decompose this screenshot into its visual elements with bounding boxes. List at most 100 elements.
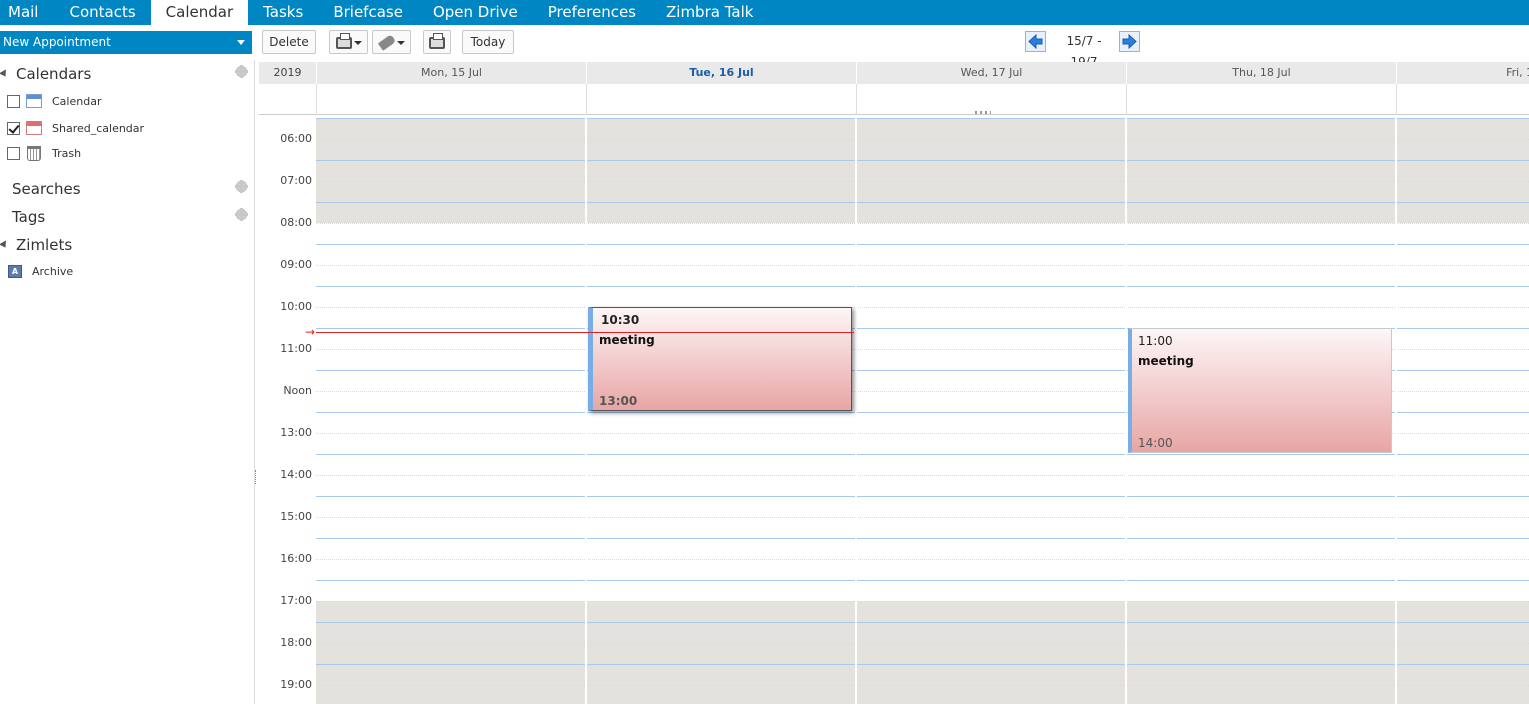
today-button[interactable]: Today xyxy=(462,30,514,54)
hour-label: 17:00 xyxy=(280,594,312,607)
splitter-grip-icon[interactable] xyxy=(255,470,258,484)
appointment-start-time: 11:00 xyxy=(1138,334,1173,348)
day-header-mon[interactable]: Mon, 15 Jul xyxy=(316,62,586,84)
hour-label: Noon xyxy=(283,384,312,397)
trash-checkbox[interactable] xyxy=(7,146,20,160)
all-day-cell[interactable] xyxy=(856,84,1126,115)
day-header-fri[interactable]: Fri, 19 Jul xyxy=(1396,62,1529,84)
zimlet-item-archive[interactable]: A Archive xyxy=(8,263,73,279)
grid-line xyxy=(316,454,1529,455)
grid-line xyxy=(316,223,1529,224)
chevron-down-icon xyxy=(353,40,362,45)
tag-icon xyxy=(377,34,396,51)
off-hours-block xyxy=(1126,601,1396,704)
day-header-thu[interactable]: Thu, 18 Jul xyxy=(1126,62,1396,84)
off-hours-block xyxy=(316,601,586,704)
chevron-down-icon[interactable] xyxy=(237,40,245,45)
off-hours-block xyxy=(316,118,586,223)
column-separator xyxy=(855,118,857,704)
searches-gear-icon[interactable] xyxy=(235,180,248,193)
arrow-right-icon xyxy=(1122,33,1137,50)
off-hours-block xyxy=(586,118,856,223)
calendars-heading[interactable]: Calendars xyxy=(0,65,91,83)
arrow-left-icon xyxy=(1028,33,1043,50)
tab-briefcase[interactable]: Briefcase xyxy=(318,0,418,25)
hour-label: 13:00 xyxy=(280,426,312,439)
week-view: 2019 Mon, 15 Jul Tue, 16 Jul Wed, 17 Jul… xyxy=(259,62,1529,704)
day-header-wed[interactable]: Wed, 17 Jul xyxy=(856,62,1126,84)
grid-line xyxy=(316,580,1529,581)
calendar-item-shared-calendar[interactable]: Shared_calendar xyxy=(7,120,144,136)
sidebar-splitter[interactable] xyxy=(254,60,255,704)
column-separator xyxy=(1395,118,1397,704)
all-day-cell[interactable] xyxy=(316,84,586,115)
grid-line xyxy=(316,496,1529,497)
calendar-checkbox[interactable] xyxy=(7,94,20,108)
tab-contacts[interactable]: Contacts xyxy=(54,0,150,25)
all-day-cell[interactable] xyxy=(586,84,856,115)
searches-heading[interactable]: Searches xyxy=(12,180,81,198)
collapse-triangle-icon[interactable] xyxy=(0,69,9,79)
new-appointment-label: New Appointment xyxy=(3,35,111,49)
grid-line xyxy=(316,118,1529,119)
appointment[interactable]: 10:30 meeting 13:00 xyxy=(588,307,852,411)
previous-week-button[interactable] xyxy=(1025,31,1046,52)
grid-line xyxy=(316,622,1529,623)
zimlets-heading[interactable]: Zimlets xyxy=(0,236,72,254)
hour-label: 08:00 xyxy=(280,216,312,229)
tab-preferences[interactable]: Preferences xyxy=(533,0,651,25)
all-day-cell[interactable] xyxy=(1396,84,1529,115)
tab-zimbra-talk[interactable]: Zimbra Talk xyxy=(651,0,768,25)
hour-label: 16:00 xyxy=(280,552,312,565)
day-column[interactable] xyxy=(586,118,856,704)
column-separator xyxy=(585,118,587,704)
delete-button[interactable]: Delete xyxy=(262,30,316,54)
hour-label: 10:00 xyxy=(280,300,312,313)
new-appointment-button[interactable]: New Appointment xyxy=(0,31,252,54)
next-week-button[interactable] xyxy=(1119,31,1140,52)
print-button[interactable] xyxy=(423,30,451,54)
shared-calendar-checkbox[interactable] xyxy=(7,121,20,135)
grid-line xyxy=(316,244,1529,245)
tab-mail[interactable]: Mail xyxy=(0,0,54,25)
column-separator xyxy=(1125,118,1127,704)
day-column[interactable] xyxy=(1396,118,1529,704)
tab-calendar[interactable]: Calendar xyxy=(150,0,249,25)
tags-heading[interactable]: Tags xyxy=(12,208,45,226)
tab-open-drive[interactable]: Open Drive xyxy=(418,0,533,25)
day-column[interactable] xyxy=(856,118,1126,704)
year-label: 2019 xyxy=(273,66,302,79)
calendar-item-trash[interactable]: Trash xyxy=(7,145,81,161)
tab-tasks[interactable]: Tasks xyxy=(248,0,318,25)
calendar-item-calendar[interactable]: Calendar xyxy=(7,93,101,109)
day-header-row: 2019 Mon, 15 Jul Tue, 16 Jul Wed, 17 Jul… xyxy=(259,62,1529,84)
calendars-gear-icon[interactable] xyxy=(235,65,248,78)
off-hours-block xyxy=(1126,118,1396,223)
grid-line xyxy=(316,475,1529,476)
grid-line xyxy=(316,181,1529,182)
grid-line xyxy=(316,202,1529,203)
collapse-triangle-icon[interactable] xyxy=(0,240,9,250)
hour-label: 07:00 xyxy=(280,174,312,187)
day-column[interactable] xyxy=(316,118,586,704)
print-options-button[interactable] xyxy=(329,30,368,54)
all-day-cell[interactable] xyxy=(1126,84,1396,115)
resize-handle-icon[interactable] xyxy=(975,111,991,114)
tag-button[interactable] xyxy=(372,30,411,54)
hour-label: 09:00 xyxy=(280,258,312,271)
appointment-end-time: 14:00 xyxy=(1138,436,1173,450)
appointment[interactable]: 11:00 meeting 14:00 xyxy=(1128,328,1392,453)
archive-icon: A xyxy=(8,264,22,278)
day-header-tue[interactable]: Tue, 16 Jul xyxy=(586,62,856,84)
grid-line xyxy=(316,265,1529,266)
grid-line xyxy=(316,601,1529,602)
grid-line xyxy=(316,643,1529,644)
grid-line xyxy=(316,139,1529,140)
hour-label: 06:00 xyxy=(280,132,312,145)
all-day-row xyxy=(259,84,1529,115)
zimbra-app: Mail Contacts Calendar Tasks Briefcase O… xyxy=(0,0,1529,704)
current-time-line xyxy=(316,332,854,333)
tags-gear-icon[interactable] xyxy=(235,208,248,221)
grid-line xyxy=(316,685,1529,686)
top-nav: Mail Contacts Calendar Tasks Briefcase O… xyxy=(0,0,1529,25)
